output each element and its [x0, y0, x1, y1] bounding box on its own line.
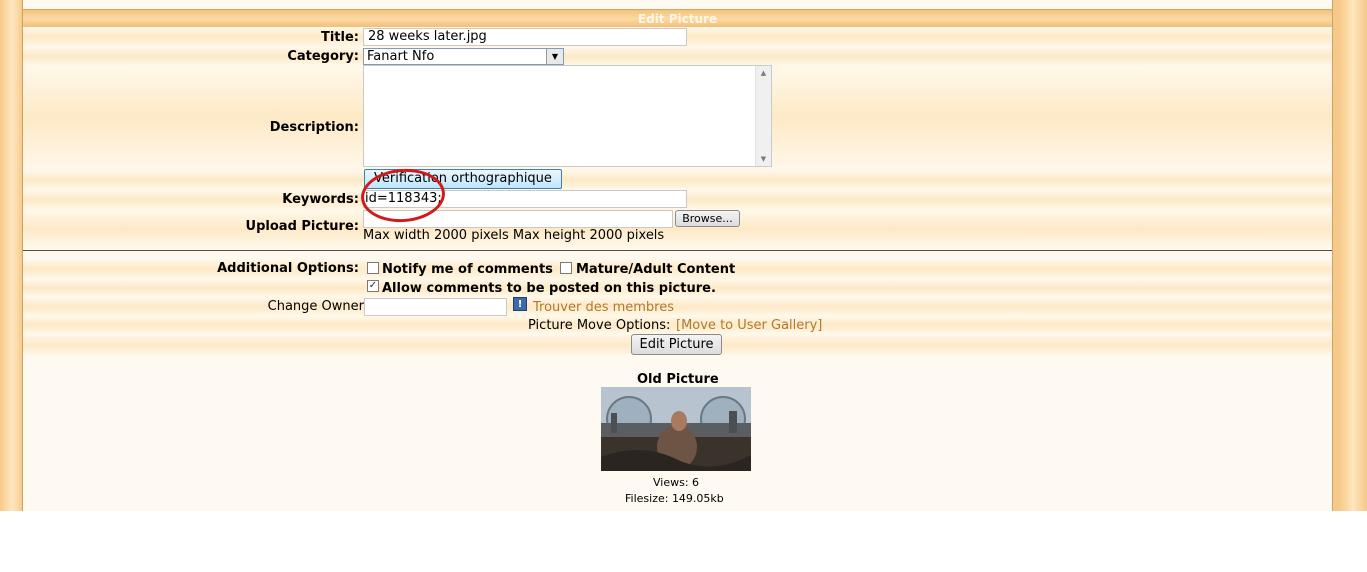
divider [23, 250, 1332, 251]
description-label: Description: [269, 120, 359, 135]
mature-label: Mature/Adult Content [576, 262, 736, 277]
find-members-icon[interactable]: ! [513, 297, 527, 311]
edit-picture-button[interactable]: Edit Picture [631, 334, 722, 355]
upload-hint: Max width 2000 pixels Max height 2000 pi… [363, 228, 665, 243]
mature-checkbox[interactable] [560, 262, 572, 274]
scroll-up-icon[interactable]: ▲ [756, 66, 771, 80]
additional-options-label: Additional Options: [217, 261, 359, 276]
change-owner-label: Change Owner [267, 299, 364, 314]
upload-picture-label: Upload Picture: [245, 219, 359, 234]
find-members-link[interactable]: Trouver des membres [533, 300, 674, 315]
row-band [23, 297, 1332, 316]
page-border-right [1339, 0, 1367, 511]
move-to-user-gallery-link[interactable]: [Move to User Gallery] [676, 318, 822, 333]
thumbnail-image [601, 387, 751, 471]
allow-comments-checkbox[interactable]: ✓ [367, 280, 379, 292]
views-count: Views: 6 [653, 476, 700, 489]
old-picture-thumbnail[interactable] [601, 387, 751, 471]
category-selected-value: Fanart Nfo [367, 49, 435, 64]
keywords-label: Keywords: [282, 192, 359, 207]
category-label: Category: [287, 49, 359, 64]
filesize: Filesize: 149.05kb [625, 492, 724, 505]
allow-comments-label: Allow comments to be posted on this pict… [382, 281, 716, 296]
row-band [23, 170, 1332, 190]
browse-button[interactable]: Browse... [675, 210, 740, 227]
notify-label: Notify me of comments [382, 262, 553, 277]
scroll-down-icon[interactable]: ▼ [756, 152, 771, 166]
panel-title: Edit Picture [23, 9, 1332, 28]
description-scrollbar[interactable]: ▲ ▼ [755, 66, 771, 166]
old-picture-heading: Old Picture [637, 372, 719, 387]
move-options-label: Picture Move Options: [528, 318, 671, 333]
title-input[interactable]: 28 weeks later.jpg [363, 28, 687, 46]
chevron-down-icon[interactable]: ▼ [546, 49, 563, 64]
description-textarea[interactable]: ▲ ▼ [363, 65, 772, 167]
edit-picture-panel: Edit Picture Title: 28 weeks later.jpg C… [22, 0, 1333, 511]
notify-checkbox[interactable] [367, 262, 379, 274]
category-select[interactable]: Fanart Nfo ▼ [363, 48, 564, 65]
change-owner-input[interactable] [364, 298, 507, 316]
title-label: Title: [320, 30, 359, 45]
row-band [23, 47, 1332, 66]
